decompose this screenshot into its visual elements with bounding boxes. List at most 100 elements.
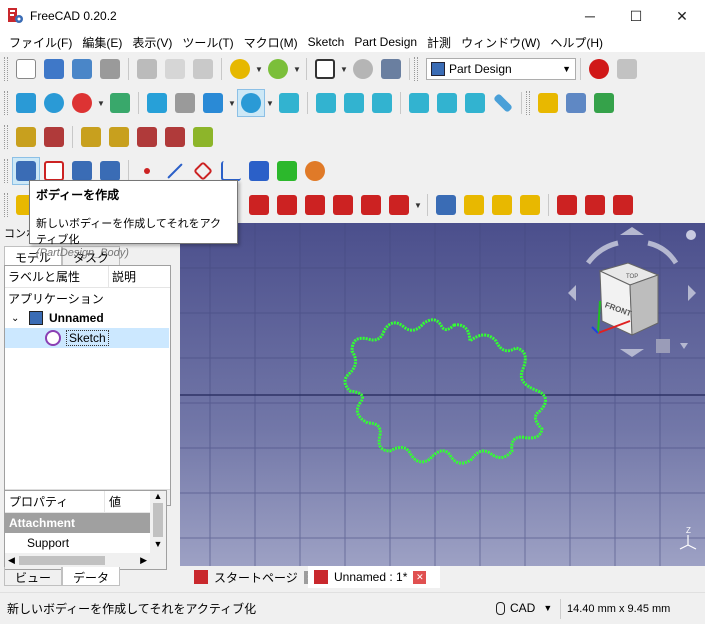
sync-view-dropdown-arrow[interactable]: ▼ (227, 99, 237, 108)
minimize-button[interactable]: ─ (567, 0, 613, 32)
navcube-mini-cube-icon[interactable] (656, 339, 670, 353)
bounding-box-button[interactable] (106, 89, 134, 117)
tree-column-label[interactable]: ラベルと属性 (5, 265, 109, 288)
shape-button[interactable] (273, 157, 301, 185)
view-right-button[interactable] (368, 89, 396, 117)
macro-stop-button[interactable] (613, 55, 641, 83)
toolbar-handle[interactable] (4, 193, 8, 217)
fit-all-button[interactable] (12, 89, 40, 117)
subtractive-pipe-button[interactable] (357, 191, 385, 219)
navcube-left-arrow-icon[interactable] (568, 285, 576, 301)
tab-data[interactable]: データ (62, 567, 121, 586)
navigation-style-selector[interactable]: CAD ▼ (496, 601, 552, 615)
property-vertical-scrollbar[interactable]: ▲ ▼ (150, 491, 166, 569)
toolbar-handle[interactable] (4, 91, 8, 115)
toolbar-handle[interactable] (414, 57, 418, 81)
std-view-zoom-button[interactable] (237, 89, 265, 117)
fillet-button[interactable] (553, 191, 581, 219)
close-icon[interactable]: ✕ (413, 570, 427, 584)
tab-start-page[interactable]: スタートページ ✕ (188, 566, 323, 588)
redo-dropdown-arrow[interactable]: ▼ (292, 65, 302, 74)
macro-record-button[interactable] (585, 55, 613, 83)
tab-document[interactable]: Unnamed : 1* ✕ (308, 566, 440, 588)
tree-item-sketch[interactable]: Sketch (5, 328, 169, 348)
maximize-button[interactable]: ☐ (613, 0, 659, 32)
forward-button[interactable] (171, 89, 199, 117)
property-group-attachment[interactable]: Attachment (5, 513, 166, 533)
polar-pattern-button[interactable] (488, 191, 516, 219)
zoom-dropdown-arrow[interactable]: ▼ (265, 99, 275, 108)
groove-button[interactable] (301, 191, 329, 219)
sketch-validate-button[interactable] (40, 123, 68, 151)
toolbar-handle[interactable] (4, 57, 8, 81)
chamfer-button[interactable] (581, 191, 609, 219)
measure-distance-button[interactable] (489, 89, 517, 117)
sketch-create-button[interactable] (12, 123, 40, 151)
navcube-menu-icon[interactable] (686, 230, 696, 240)
menu-sketch[interactable]: Sketch (303, 35, 350, 49)
menu-edit[interactable]: 編集(E) (77, 34, 127, 51)
menu-measure[interactable]: 計測 (422, 34, 456, 51)
save-button[interactable] (68, 55, 96, 83)
navcube-dropdown-icon[interactable] (680, 343, 688, 349)
view-front-button[interactable] (312, 89, 340, 117)
paste-button[interactable] (189, 55, 217, 83)
view-isometric-button[interactable] (275, 89, 303, 117)
recompute-dropdown-arrow[interactable]: ▼ (339, 65, 349, 74)
sketch-reorient-button[interactable] (105, 123, 133, 151)
tree-column-description[interactable]: 説明 (109, 268, 136, 285)
sketch-gear-outline[interactable] (343, 318, 547, 465)
multi-transform-button[interactable] (516, 191, 544, 219)
create-group-button[interactable] (562, 89, 590, 117)
3d-viewport[interactable]: TOP FRONT Z (180, 223, 705, 566)
sketch-mirror-button[interactable] (161, 123, 189, 151)
print-button[interactable] (96, 55, 124, 83)
sketch-map-button[interactable] (77, 123, 105, 151)
sketch-view-section-button[interactable] (189, 123, 217, 151)
navigation-cube[interactable]: TOP FRONT (568, 227, 696, 357)
create-part-button[interactable] (534, 89, 562, 117)
expand-chevron-icon[interactable]: ⌄ (11, 313, 23, 324)
menu-macro[interactable]: マクロ(M) (239, 34, 303, 51)
draw-style-button[interactable] (68, 89, 96, 117)
view-left-button[interactable] (461, 89, 489, 117)
scroll-right-icon[interactable]: ▶ (140, 555, 147, 566)
menu-part-design[interactable]: Part Design (349, 35, 422, 49)
menu-help[interactable]: ヘルプ(H) (545, 34, 608, 51)
redo-button[interactable] (264, 55, 292, 83)
rotate-left-arrow-icon[interactable] (586, 240, 619, 265)
view-bottom-button[interactable] (433, 89, 461, 117)
subtractive-primitive-button[interactable] (385, 191, 413, 219)
property-row-support[interactable]: Support (5, 533, 166, 553)
open-file-button[interactable] (40, 55, 68, 83)
menu-file[interactable]: ファイル(F) (4, 34, 77, 51)
mirrored-button[interactable] (432, 191, 460, 219)
subtractive-loft-button[interactable] (329, 191, 357, 219)
whats-this-button[interactable] (377, 55, 405, 83)
property-column-value[interactable]: 値 (105, 493, 121, 510)
toolbar-handle[interactable] (4, 159, 8, 183)
menu-window[interactable]: ウィンドウ(W) (456, 34, 545, 51)
navcube-down-arrow-icon[interactable] (620, 349, 644, 357)
draw-style-dropdown-arrow[interactable]: ▼ (96, 99, 106, 108)
scroll-up-icon[interactable]: ▲ (150, 491, 166, 501)
undo-button[interactable] (226, 55, 254, 83)
scroll-down-icon[interactable]: ▼ (150, 539, 166, 549)
close-button[interactable]: ✕ (659, 0, 705, 32)
new-file-button[interactable] (12, 55, 40, 83)
cut-button[interactable] (133, 55, 161, 83)
hole-button[interactable] (273, 191, 301, 219)
rotate-right-arrow-icon[interactable] (647, 240, 679, 265)
scrollbar-thumb[interactable] (19, 556, 105, 565)
toolbar-handle[interactable] (526, 91, 530, 115)
sketch-merge-button[interactable] (133, 123, 161, 151)
menu-tools[interactable]: ツール(T) (177, 34, 238, 51)
scroll-left-icon[interactable]: ◀ (8, 555, 15, 566)
navcube-up-arrow-icon[interactable] (620, 227, 644, 235)
sync-view-button[interactable] (199, 89, 227, 117)
back-button[interactable] (143, 89, 171, 117)
toolbar-handle[interactable] (4, 125, 8, 149)
view-rear-button[interactable] (405, 89, 433, 117)
refresh-button[interactable] (349, 55, 377, 83)
undo-dropdown-arrow[interactable]: ▼ (254, 65, 264, 74)
